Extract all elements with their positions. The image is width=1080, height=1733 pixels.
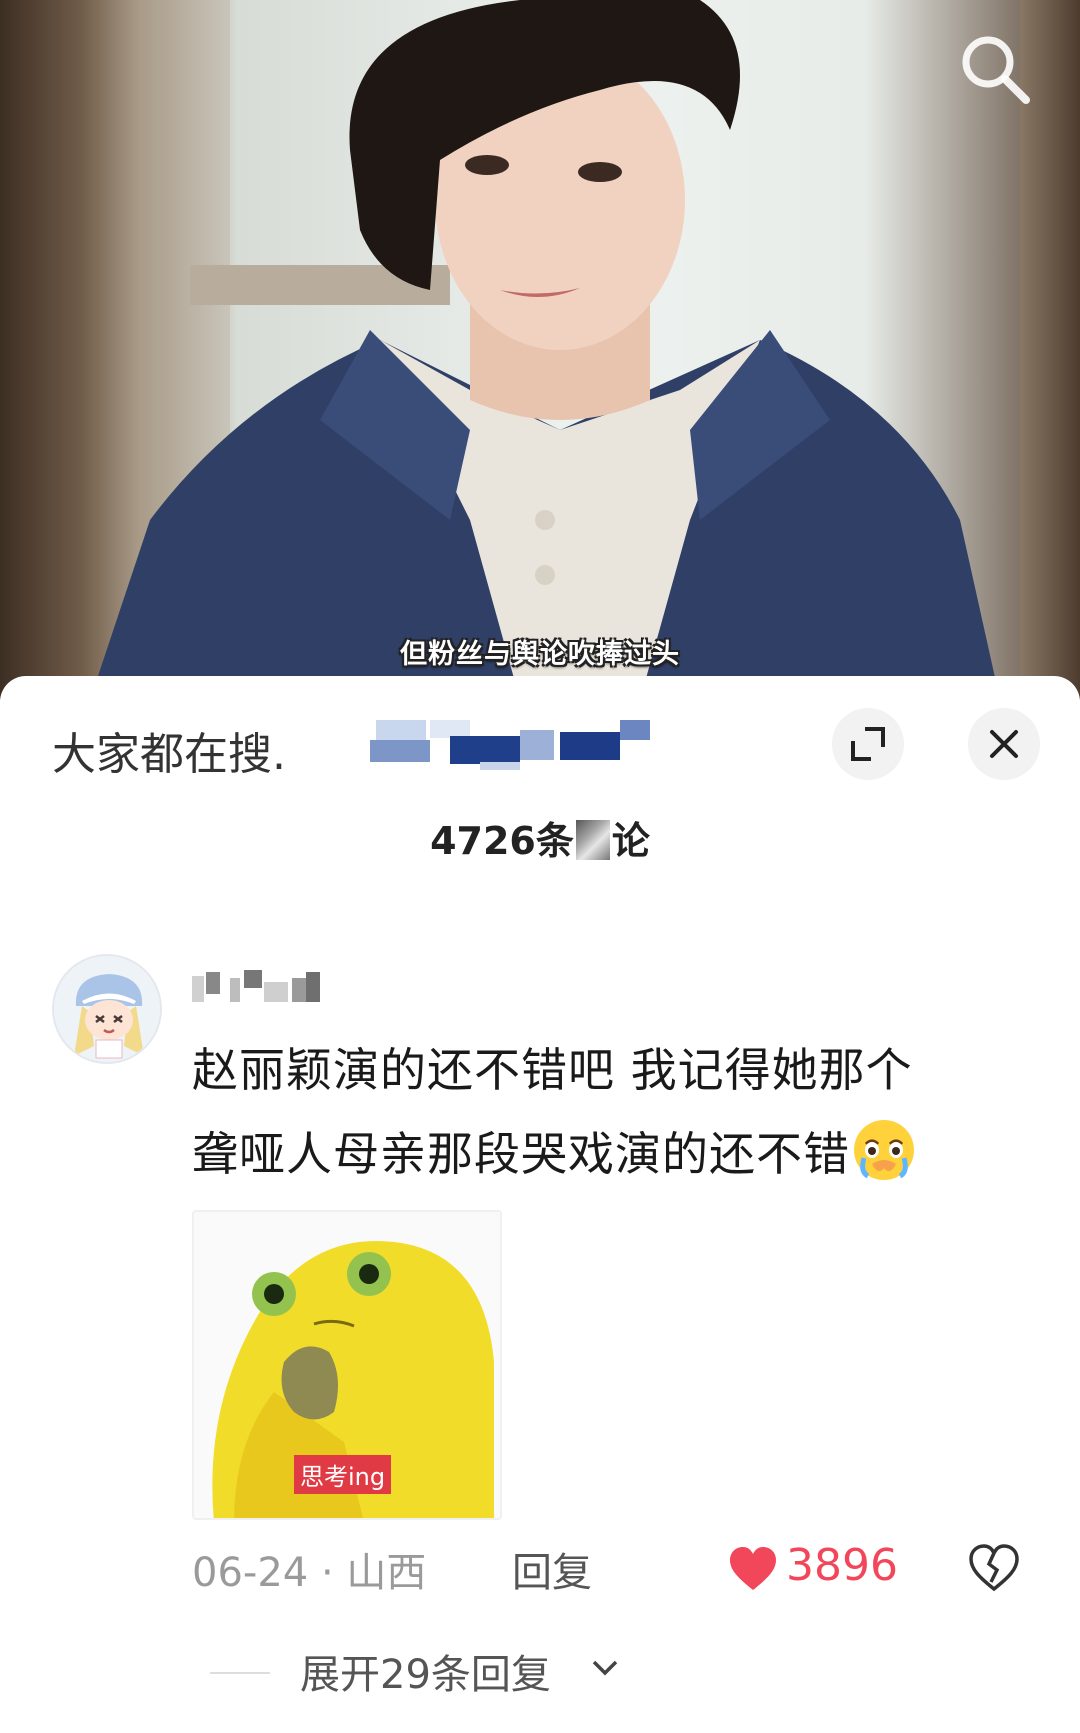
comment-count-prefix: 4726条 — [430, 819, 574, 863]
comment-count-suffix: 论 — [611, 819, 650, 863]
comment-date-location: 06-24 · 山西 — [192, 1550, 427, 1596]
crying-face-emoji — [854, 1120, 914, 1180]
video-subtitle: 但粉丝与舆论吹捧过头 — [400, 639, 680, 670]
suggested-search-row: 大家都在搜. — [0, 676, 1080, 796]
heart-icon — [730, 1547, 776, 1590]
username-redacted[interactable] — [192, 968, 342, 1008]
comment-body: 赵丽颖演的还不错吧 我记得她那个 聋哑人母亲那段哭戏演的还不错 — [192, 1028, 1042, 1196]
comment-count: 4726条论 — [0, 810, 1080, 865]
chevron-down-icon — [592, 1660, 618, 1676]
expand-replies-label: 展开29条回复 — [300, 1652, 551, 1698]
comment-meta-row: 06-24 · 山西 回复 3896 — [192, 1540, 1042, 1600]
expand-icon[interactable] — [832, 708, 904, 780]
comments-sheet: 大家都在搜. 4726条论 赵丽颖演的还不错吧 我记得她那个 聋哑人母亲那段哭戏… — [0, 676, 1080, 1733]
suggested-search-term-redacted[interactable] — [370, 714, 655, 770]
comment-text-line1: 赵丽颖演的还不错吧 我记得她那个 — [192, 1043, 913, 1097]
suggested-search-prefix: 大家都在搜. — [52, 729, 286, 780]
divider-line — [210, 1672, 270, 1674]
broken-heart-icon[interactable] — [968, 1544, 1020, 1592]
like-count: 3896 — [786, 1540, 898, 1591]
redacted-glyph — [575, 820, 610, 860]
sticker-image[interactable]: 思考ing — [192, 1210, 502, 1520]
video-player[interactable]: 但粉丝与舆论吹捧过头 — [0, 0, 1080, 700]
close-icon[interactable] — [968, 708, 1040, 780]
reply-button[interactable]: 回复 — [512, 1540, 592, 1598]
search-icon[interactable] — [954, 28, 1038, 112]
video-frame-person — [90, 0, 1000, 700]
sticker-caption: 思考ing — [294, 1455, 392, 1494]
comment-text-line2: 聋哑人母亲那段哭戏演的还不错 — [192, 1127, 850, 1181]
avatar[interactable] — [52, 954, 162, 1064]
